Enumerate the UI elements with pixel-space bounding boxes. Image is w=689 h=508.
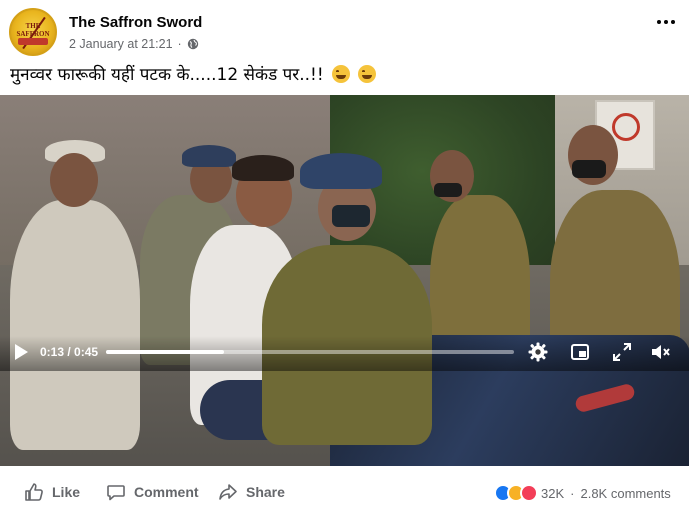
grinning-squinting-face-icon <box>332 65 351 83</box>
settings-gear-icon[interactable] <box>527 341 549 363</box>
stats-separator: · <box>570 485 575 501</box>
fullscreen-icon[interactable] <box>611 341 633 363</box>
caption-text: मुनव्वर फारूकी यहीं पटक के.....12 सेकंड … <box>10 65 324 85</box>
page-name-link[interactable]: The Saffron Sword <box>69 14 202 31</box>
like-label: Like <box>52 484 81 500</box>
loudly-crying-face-icon <box>358 65 377 83</box>
share-arrow-icon <box>219 484 237 500</box>
page-avatar[interactable]: THE SAFFRON <box>9 8 57 56</box>
play-icon[interactable] <box>13 343 29 361</box>
video-progress-bar[interactable] <box>106 350 514 354</box>
thumbs-up-icon <box>25 483 43 501</box>
more-options-icon[interactable] <box>653 11 679 33</box>
reaction-summary[interactable]: 32K <box>494 484 564 502</box>
post-meta: 2 January at 21:21 · <box>69 37 199 51</box>
comment-button[interactable]: Comment <box>106 482 199 502</box>
post-timestamp[interactable]: 2 January at 21:21 <box>69 37 173 51</box>
avatar-logo-band <box>18 38 48 45</box>
avatar-logo-text: THE SAFFRON <box>16 22 50 38</box>
video-time: 0:13 / 0:45 <box>40 345 99 359</box>
volume-muted-icon[interactable] <box>649 341 671 363</box>
share-button[interactable]: Share <box>218 482 285 502</box>
comments-count-link[interactable]: 2.8K comments <box>580 486 670 501</box>
comment-label: Comment <box>134 484 199 500</box>
video-progress-fill <box>106 350 224 354</box>
reaction-count: 32K <box>541 485 565 501</box>
post-caption: मुनव्वर फारूकी यहीं पटक के.....12 सेकंड … <box>10 62 377 85</box>
miniplayer-icon[interactable] <box>569 341 591 363</box>
like-button[interactable]: Like <box>24 482 80 502</box>
meta-separator: · <box>177 37 182 51</box>
love-reaction-icon <box>520 484 538 502</box>
share-label: Share <box>246 484 285 500</box>
comment-bubble-icon <box>107 485 125 501</box>
facebook-post: THE SAFFRON The Saffron Sword 2 January a… <box>0 0 689 508</box>
globe-icon[interactable] <box>187 38 199 50</box>
video-frame <box>0 95 689 466</box>
video-player[interactable] <box>0 95 689 466</box>
post-stats: 32K · 2.8K comments <box>494 484 671 502</box>
